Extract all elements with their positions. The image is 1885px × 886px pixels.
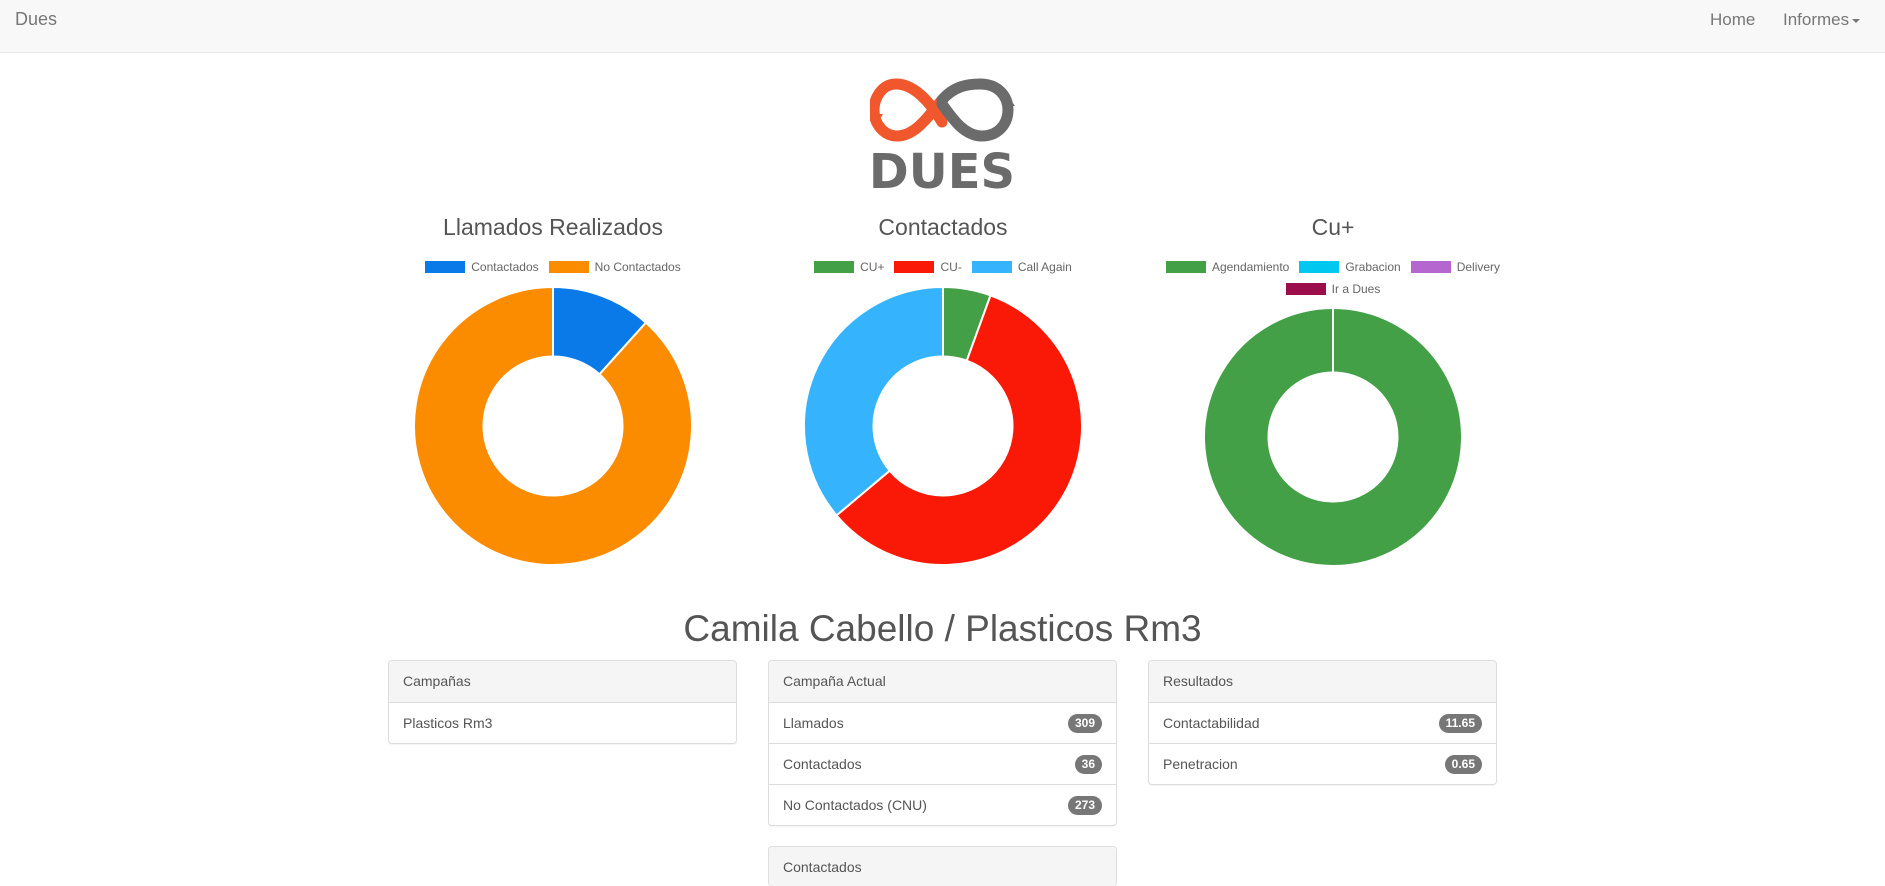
caret-down-icon [1852, 18, 1861, 23]
donut-chart-cu-plus[interactable] [1202, 306, 1464, 568]
list-item: Contactabilidad 11.65 [1149, 703, 1496, 744]
legend-swatch [1285, 283, 1326, 295]
legend-label: No Contactados [594, 260, 681, 274]
legend-item[interactable]: CU- [894, 256, 962, 278]
legend-swatch [894, 261, 935, 273]
row-label: Contactabilidad [1163, 715, 1260, 731]
list-item: Contactados 36 [769, 744, 1116, 785]
legend-item[interactable]: Delivery [1410, 256, 1501, 278]
legend-label: Contactados [471, 260, 539, 274]
legend-item[interactable]: Ir a Dues [1285, 278, 1381, 300]
row-label: Contactados [783, 756, 862, 772]
logo-text: DUES [870, 144, 1015, 190]
list-item-campana[interactable]: Plasticos Rm3 [389, 703, 736, 743]
panel-heading: Contactados [769, 847, 1116, 886]
panel-contactados: Contactados [768, 846, 1117, 886]
panel-heading: Resultados [1149, 661, 1496, 703]
campana-label: Plasticos Rm3 [403, 715, 493, 731]
panel-heading: Campañas [389, 661, 736, 703]
panel-campana-actual: Campaña Actual Llamados 309 Contactados … [768, 660, 1117, 826]
legend-label: CU- [940, 260, 962, 274]
legend-item[interactable]: Call Again [971, 256, 1072, 278]
nav-informes-label: Informes [1783, 10, 1850, 29]
panel-heading: Campaña Actual [769, 661, 1116, 703]
navbar-brand[interactable]: Dues [15, 9, 57, 30]
chart-title-contactados: Contactados [878, 214, 1008, 240]
legend-swatch [971, 261, 1012, 273]
legend-swatch [425, 261, 466, 273]
legend-swatch [1165, 261, 1206, 273]
row-label: Penetracion [1163, 756, 1238, 772]
page-title: Camila Cabello / Plasticos Rm3 [683, 608, 1202, 649]
legend-item[interactable]: Grabacion [1299, 256, 1401, 278]
chart-legend-cu-plus: Agendamiento Grabacion Delivery Ir a Due… [1133, 256, 1533, 300]
chart-legend-llamados: Contactados No Contactados [353, 256, 753, 278]
legend-label: Delivery [1456, 260, 1501, 274]
count-badge: 309 [1067, 713, 1102, 733]
list-item: No Contactados (CNU) 273 [769, 785, 1116, 825]
legend-swatch [1410, 261, 1451, 273]
legend-item[interactable]: Agendamiento [1165, 256, 1290, 278]
donut-slice-call-again[interactable] [803, 285, 944, 517]
legend-label: Grabacion [1345, 260, 1401, 274]
row-label: Llamados [783, 715, 844, 731]
chart-title-llamados: Llamados Realizados [443, 214, 663, 240]
panel-campanas: Campañas Plasticos Rm3 [388, 660, 737, 744]
legend-item[interactable]: CU+ [814, 256, 884, 278]
chart-title-cu-plus: Cu+ [1311, 214, 1355, 240]
legend-item[interactable]: Contactados [425, 256, 539, 278]
count-badge: 273 [1067, 795, 1102, 815]
list-item: Llamados 309 [769, 703, 1116, 744]
value-badge: 11.65 [1438, 713, 1482, 733]
count-badge: 36 [1074, 754, 1102, 774]
panel-resultados: Resultados Contactabilidad 11.65 Penetra… [1148, 660, 1497, 785]
legend-swatch [1299, 261, 1340, 273]
donut-chart-llamados[interactable] [412, 285, 694, 567]
legend-label: CU+ [860, 260, 885, 274]
navbar: Dues Home Informes [0, 0, 1885, 53]
donut-chart-contactados[interactable] [802, 285, 1084, 567]
nav-informes-dropdown[interactable]: Informes [1783, 10, 1861, 30]
legend-swatch [814, 261, 855, 273]
legend-item[interactable]: No Contactados [548, 256, 681, 278]
row-label: No Contactados (CNU) [783, 797, 927, 813]
legend-label: Agendamiento [1211, 260, 1290, 274]
value-badge: 0.65 [1444, 754, 1482, 774]
legend-label: Call Again [1017, 260, 1072, 274]
dues-logo: DUES [870, 78, 1015, 190]
chart-legend-contactados: CU+ CU- Call Again [743, 256, 1143, 278]
donut-slice-no-contactados[interactable] [413, 285, 693, 566]
legend-label: Ir a Dues [1331, 282, 1381, 296]
list-item: Penetracion 0.65 [1149, 744, 1496, 784]
legend-swatch [548, 261, 589, 273]
nav-home-link[interactable]: Home [1710, 10, 1755, 30]
